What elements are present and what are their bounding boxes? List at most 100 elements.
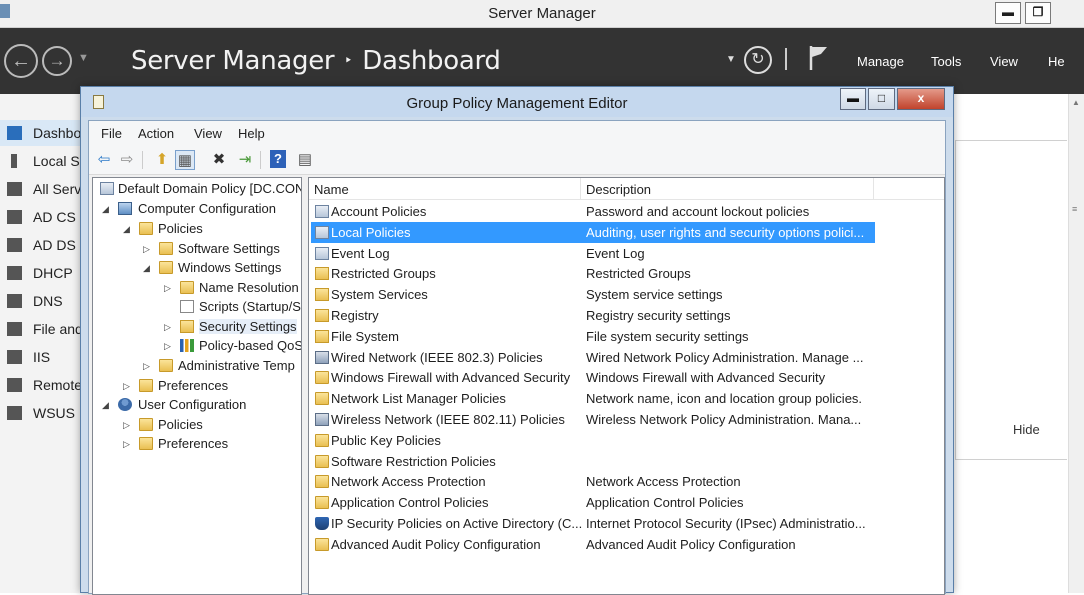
- dns-icon: [7, 294, 22, 308]
- folder-icon: [315, 454, 329, 468]
- menu-help[interactable]: Help: [238, 126, 265, 141]
- menu-view[interactable]: View: [194, 126, 222, 141]
- row-name: Local Policies: [331, 224, 411, 240]
- ip-security-icon: [315, 517, 329, 530]
- list-row[interactable]: Public Key Policies: [311, 430, 875, 451]
- collapse-arrow-icon[interactable]: ◢: [102, 203, 111, 215]
- list-row[interactable]: Network Access Protection Network Access …: [311, 471, 875, 492]
- sidebar-item-all-servers[interactable]: All Serv: [0, 176, 82, 202]
- expand-arrow-icon[interactable]: ▷: [164, 321, 173, 333]
- breadcrumb-root[interactable]: Server Manager: [131, 46, 335, 76]
- network-policy-icon: [315, 350, 329, 364]
- file-services-icon: [7, 322, 22, 336]
- folder-icon: [139, 418, 153, 431]
- expand-arrow-icon[interactable]: ▷: [164, 282, 173, 294]
- sidebar-item-remote-access[interactable]: Remote: [0, 372, 82, 398]
- back-arrow-icon[interactable]: ⇦: [94, 150, 114, 170]
- list-row[interactable]: Event Log Event Log: [311, 243, 875, 264]
- row-name: Wireless Network (IEEE 802.11) Policies: [331, 412, 565, 427]
- computer-icon: [118, 202, 132, 215]
- list-row[interactable]: Windows Firewall with Advanced Security W…: [311, 367, 875, 388]
- row-name: Event Log: [331, 245, 390, 261]
- list-row[interactable]: Local Policies Auditing, user rights and …: [311, 221, 875, 243]
- list-row[interactable]: Registry Registry security settings: [311, 305, 875, 326]
- back-icon[interactable]: ←: [4, 44, 38, 78]
- menu-tools[interactable]: Tools: [931, 54, 961, 69]
- sidebar-item-dhcp[interactable]: DHCP: [0, 260, 82, 286]
- notifications-flag-icon[interactable]: [808, 45, 830, 71]
- row-name: Network List Manager Policies: [331, 391, 506, 407]
- properties-icon[interactable]: ▤: [295, 150, 315, 170]
- history-dropdown-icon[interactable]: ▼: [78, 52, 89, 64]
- list-row[interactable]: Wireless Network (IEEE 802.11) Policies W…: [311, 409, 875, 430]
- menu-help[interactable]: He: [1048, 54, 1065, 69]
- help-icon[interactable]: ?: [270, 150, 286, 168]
- list-row[interactable]: Application Control Policies Application …: [311, 492, 875, 513]
- menu-action[interactable]: Action: [138, 126, 174, 141]
- list-row[interactable]: Network List Manager Policies Network nam…: [311, 388, 875, 409]
- up-folder-icon[interactable]: ⬆: [152, 150, 172, 170]
- console-tree[interactable]: Default Domain Policy [DC.CON ◢ Computer…: [92, 177, 302, 595]
- gpme-close-button[interactable]: x: [897, 88, 945, 110]
- server-manager-titlebar: Server Manager ▬ ❐: [0, 0, 1084, 28]
- sidebar-item-label: IIS: [33, 349, 51, 365]
- export-list-icon[interactable]: ⇥: [235, 150, 255, 170]
- list-row[interactable]: File System File system security settings: [311, 326, 875, 347]
- gpme-client-area: File Action View Help ⇦ ⇨ ⬆ ▦ ✖ ⇥ ? ▤ De…: [88, 120, 946, 595]
- list-row[interactable]: Restricted Groups Restricted Groups: [311, 263, 875, 284]
- menu-manage[interactable]: Manage: [857, 54, 904, 69]
- row-name: Restricted Groups: [331, 266, 436, 282]
- show-hide-tree-icon[interactable]: ▦: [175, 150, 195, 170]
- list-row[interactable]: Advanced Audit Policy Configuration Advan…: [311, 534, 875, 555]
- restore-button[interactable]: ❐: [1025, 2, 1051, 24]
- row-name: IP Security Policies on Active Directory…: [331, 516, 583, 531]
- sidebar-item-wsus[interactable]: WSUS: [0, 400, 82, 426]
- list-row[interactable]: Account Policies Password and account loc…: [311, 201, 875, 222]
- column-header-description[interactable]: Description: [581, 178, 874, 199]
- list-row[interactable]: Software Restriction Policies: [311, 451, 875, 472]
- expand-arrow-icon[interactable]: ▷: [143, 243, 152, 255]
- folder-icon: [315, 475, 329, 489]
- column-header-name[interactable]: Name: [309, 178, 581, 199]
- expand-arrow-icon[interactable]: ▷: [123, 380, 132, 392]
- collapse-arrow-icon[interactable]: ◢: [123, 223, 132, 235]
- list-row[interactable]: IP Security Policies on Active Directory…: [311, 513, 875, 534]
- sidebar-item-dashboard[interactable]: Dashbo: [0, 120, 82, 146]
- sidebar-item-file-services[interactable]: File and: [0, 316, 82, 342]
- minimize-button[interactable]: ▬: [995, 2, 1021, 24]
- expand-arrow-icon[interactable]: ▷: [123, 419, 132, 431]
- gpme-minimize-button[interactable]: ▬: [840, 88, 866, 110]
- details-list[interactable]: Name Description Account Policies Passwor…: [308, 177, 945, 595]
- forward-icon[interactable]: →: [42, 46, 72, 76]
- menu-view[interactable]: View: [990, 54, 1018, 69]
- row-name: Advanced Audit Policy Configuration: [331, 536, 541, 552]
- hide-link[interactable]: Hide: [1013, 422, 1040, 437]
- sidebar-item-local-server[interactable]: Local S: [0, 148, 82, 174]
- sidebar-item-dns[interactable]: DNS: [0, 288, 82, 314]
- row-name: File System: [331, 328, 399, 344]
- sidebar-item-ad-cs[interactable]: AD CS: [0, 204, 82, 230]
- vertical-scrollbar[interactable]: ≡ ▲: [1068, 94, 1084, 593]
- list-row[interactable]: Wired Network (IEEE 802.3) Policies Wired…: [311, 347, 875, 368]
- list-row[interactable]: System Services System service settings: [311, 284, 875, 305]
- collapse-arrow-icon[interactable]: ◢: [143, 262, 152, 274]
- expand-arrow-icon[interactable]: ▷: [143, 360, 152, 372]
- server-manager-window-title: Server Manager: [488, 5, 596, 22]
- sidebar-item-label: AD DS: [33, 237, 76, 253]
- refresh-dropdown-icon[interactable]: ▼: [726, 54, 736, 65]
- folder-icon: [159, 261, 173, 274]
- scroll-up-icon[interactable]: ▲: [1072, 98, 1080, 107]
- menu-file[interactable]: File: [101, 126, 122, 141]
- refresh-icon[interactable]: ↻: [744, 46, 772, 74]
- sidebar-item-label: Remote: [33, 377, 82, 393]
- delete-icon[interactable]: ✖: [209, 150, 229, 170]
- collapse-arrow-icon[interactable]: ◢: [102, 399, 111, 411]
- sidebar-item-ad-ds[interactable]: AD DS: [0, 232, 82, 258]
- expand-arrow-icon[interactable]: ▷: [123, 438, 132, 450]
- row-description: File system security settings: [586, 328, 749, 344]
- gpme-maximize-button[interactable]: □: [868, 88, 895, 110]
- forward-arrow-icon[interactable]: ⇨: [117, 150, 137, 170]
- sidebar-item-iis[interactable]: IIS: [0, 344, 82, 370]
- row-description: Application Control Policies: [586, 495, 744, 511]
- expand-arrow-icon[interactable]: ▷: [164, 340, 173, 352]
